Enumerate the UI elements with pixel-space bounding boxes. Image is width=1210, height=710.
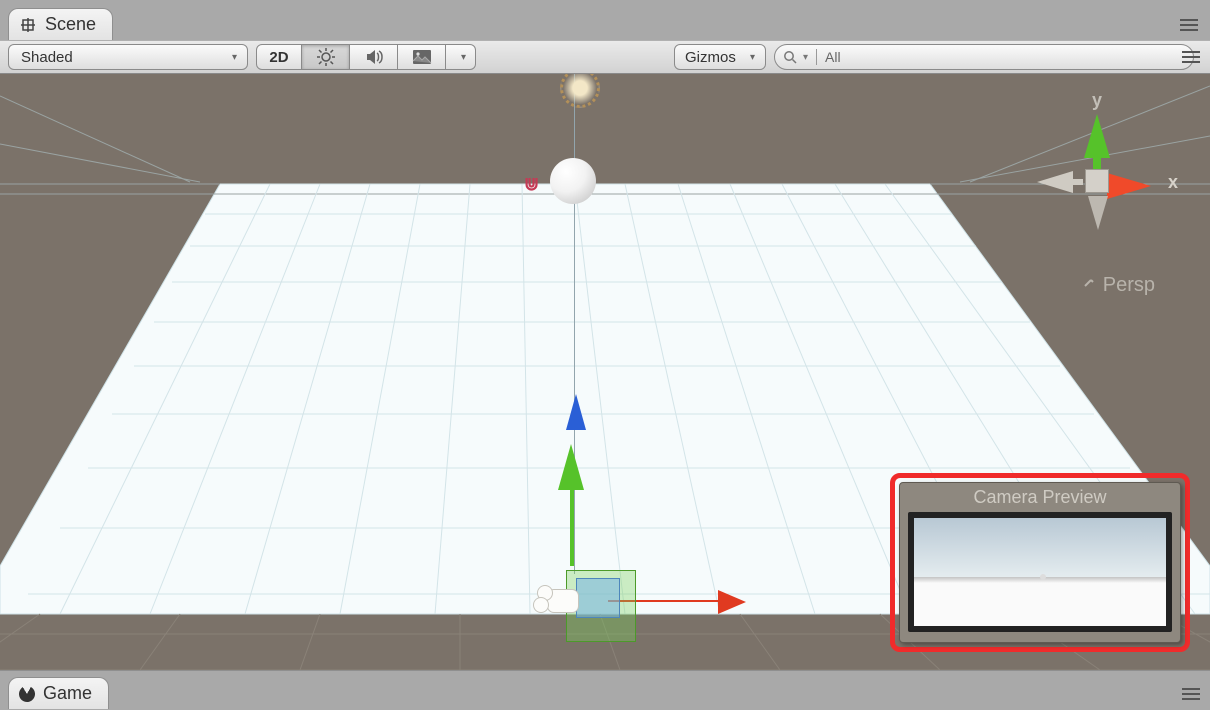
toggle-2d-label: 2D [269, 49, 288, 66]
preview-ground [914, 577, 1166, 626]
preview-sphere [1040, 574, 1046, 580]
projection-label: Persp [1103, 274, 1155, 297]
camera-preview-panel[interactable]: Camera Preview [899, 482, 1181, 643]
scene-search[interactable]: ▾ All [774, 44, 1194, 70]
effects-dropdown[interactable]: ▾ [446, 44, 476, 70]
gizmo-axis-y-neg[interactable] [1088, 196, 1108, 230]
camera-gizmo-icon[interactable] [548, 590, 578, 612]
gizmo-axis-y[interactable] [1084, 114, 1110, 158]
scene-icon [19, 16, 37, 34]
camera-preview-title: Camera Preview [900, 483, 1180, 512]
image-icon [412, 49, 432, 65]
draw-mode-value: Shaded [21, 49, 73, 66]
gizmos-dropdown[interactable]: Gizmos ▾ [674, 44, 766, 70]
gizmo-z-axis[interactable] [566, 394, 586, 430]
projection-mode[interactable]: Persp [1081, 274, 1155, 297]
tab-scene-label: Scene [45, 14, 96, 35]
speaker-icon [364, 47, 384, 67]
gizmo-y-axis[interactable] [558, 444, 584, 490]
search-icon [783, 50, 797, 64]
gizmo-axis-z-neg[interactable] [1037, 171, 1073, 193]
gizmo-y-stem [570, 490, 574, 566]
panel-menu-icon[interactable] [1178, 681, 1204, 707]
toggle-effects[interactable] [398, 44, 446, 70]
sun-icon [316, 47, 336, 67]
gizmos-label: Gizmos [685, 49, 736, 66]
gizmo-label-y: y [1092, 90, 1102, 111]
orientation-gizmo[interactable]: y x [1020, 84, 1170, 264]
toggle-2d[interactable]: 2D [256, 44, 302, 70]
lock-open-icon [1081, 278, 1097, 294]
game-icon [16, 683, 38, 705]
preview-sky [914, 518, 1166, 577]
gizmo-plane-handle[interactable] [576, 578, 620, 618]
chevron-down-icon: ▾ [232, 52, 237, 63]
camera-preview-render [908, 512, 1172, 632]
panel-menu-icon[interactable] [1176, 12, 1202, 38]
gizmo-center[interactable] [1085, 169, 1109, 193]
audio-listener-icon: ⋓ [524, 174, 539, 195]
draw-mode-dropdown[interactable]: Shaded ▾ [8, 44, 248, 70]
search-placeholder: All [825, 49, 841, 65]
scene-toggle-group: 2D [256, 44, 476, 70]
chevron-down-icon: ▾ [750, 52, 755, 63]
chevron-down-icon: ▾ [461, 52, 466, 63]
tab-game[interactable]: Game [8, 677, 109, 709]
toggle-audio[interactable] [350, 44, 398, 70]
scene-viewport[interactable]: ⋓ y x Persp Camera Preview [0, 74, 1210, 670]
toggle-lighting[interactable] [302, 44, 350, 70]
y-axis-line [574, 74, 575, 574]
separator [816, 49, 817, 65]
sphere-object[interactable] [550, 158, 596, 204]
gizmo-x-axis[interactable] [718, 590, 746, 614]
tab-scene[interactable]: Scene [8, 8, 113, 40]
gizmo-axis-x[interactable] [1107, 173, 1151, 199]
chevron-down-icon: ▾ [803, 52, 808, 63]
gizmo-label-x: x [1168, 172, 1178, 193]
toolbar-overflow-icon[interactable] [1178, 44, 1204, 70]
tab-game-label: Game [43, 683, 92, 704]
scene-toolbar: Shaded ▾ 2D [0, 40, 1210, 74]
camera-preview-highlight: Camera Preview [890, 473, 1190, 652]
